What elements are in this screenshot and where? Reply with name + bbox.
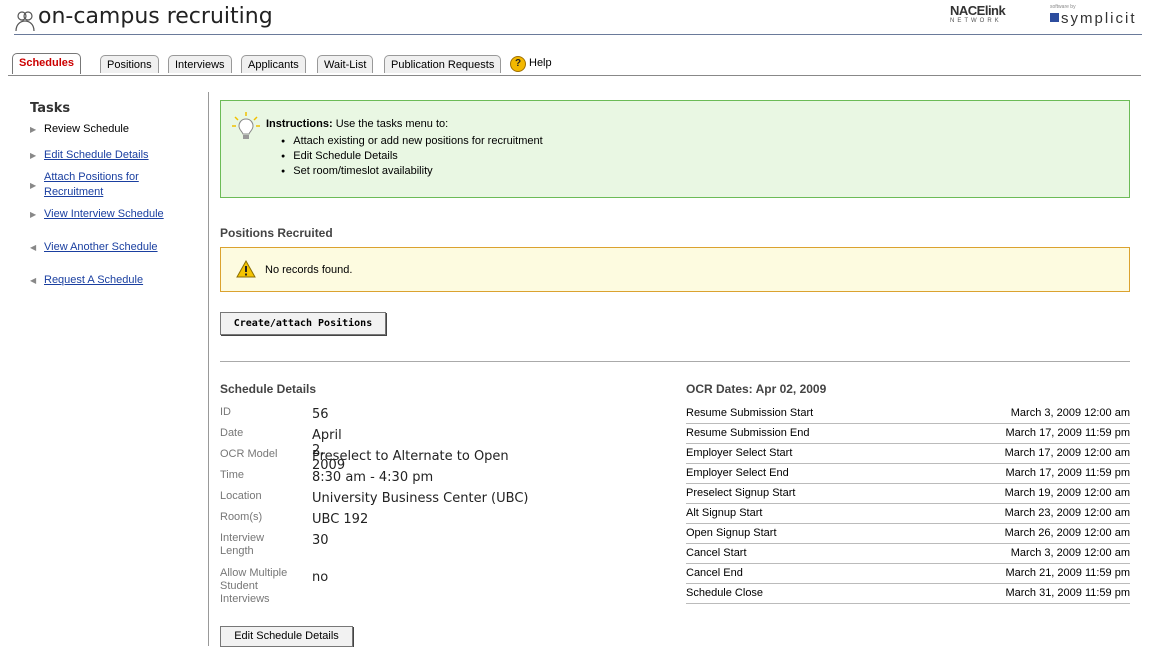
edit-schedule-details-button[interactable]: Edit Schedule Details	[220, 626, 353, 647]
tab-schedules[interactable]: Schedules	[12, 53, 82, 74]
nacelink-logo: NACElink NETWORK	[950, 3, 1006, 24]
task-edit-schedule-details[interactable]: ▶ Edit Schedule Details	[30, 148, 200, 163]
tab-applicants[interactable]: Applicants	[241, 55, 306, 73]
table-row: Schedule Close March 31, 2009 11:59 pm	[686, 584, 1130, 604]
table-row: Alt Signup Start March 23, 2009 12:00 am	[686, 504, 1130, 524]
tab-bar: Schedules Positions Interviews Applicant…	[8, 53, 1141, 75]
users-icon	[15, 11, 35, 32]
help-icon: ?	[510, 56, 526, 72]
table-row: Preselect Signup Start March 19, 2009 12:…	[686, 484, 1130, 504]
task-request-a-schedule[interactable]: ◀ Request A Schedule	[30, 273, 200, 288]
table-row: Employer Select Start March 17, 2009 12:0…	[686, 444, 1130, 464]
create-attach-positions-button[interactable]: Create/attach Positions	[220, 312, 386, 335]
warning-icon	[236, 260, 256, 278]
table-row: Resume Submission Start March 3, 2009 12:…	[686, 404, 1130, 424]
arrow-right-icon: ▶	[30, 210, 37, 219]
app-header: on-campus recruiting NACElink NETWORK so…	[0, 0, 1149, 38]
tab-wait-list[interactable]: Wait-List	[317, 55, 374, 73]
task-view-interview-schedule[interactable]: ▶ View Interview Schedule	[30, 207, 200, 222]
tasks-heading: Tasks	[30, 101, 71, 116]
no-records-box: No records found.	[220, 247, 1130, 292]
ocr-dates-heading: OCR Dates: Apr 02, 2009	[686, 382, 827, 396]
list-item: Attach existing or add new positions for…	[281, 134, 542, 149]
arrow-right-icon: ▶	[30, 181, 37, 190]
list-item: Edit Schedule Details	[281, 149, 543, 164]
instructions-box: Instructions: Use the tasks menu to: Att…	[220, 100, 1130, 198]
task-review-schedule: ▶ Review Schedule	[30, 123, 129, 135]
symplicity-logo: software by symplicit	[1050, 4, 1137, 27]
task-view-another-schedule[interactable]: ◀ View Another Schedule	[30, 240, 200, 255]
arrow-left-icon: ◀	[30, 276, 37, 285]
tasks-sidebar: Tasks ▶ Review Schedule ▶ Edit Schedule …	[30, 101, 200, 288]
table-row: Cancel End March 21, 2009 11:59 pm	[686, 564, 1130, 584]
table-row: Employer Select End March 17, 2009 11:59 …	[686, 464, 1130, 484]
tab-publication-requests[interactable]: Publication Requests	[384, 55, 502, 73]
app-title: on-campus recruiting	[38, 4, 273, 29]
task-attach-positions[interactable]: ▶ Attach Positions for Recruitment	[30, 170, 164, 200]
no-records-text: No records found.	[265, 264, 353, 276]
table-row: Cancel Start March 3, 2009 12:00 am	[686, 544, 1130, 564]
arrow-right-icon: ▶	[30, 125, 37, 134]
tab-bar-border	[8, 75, 1141, 76]
arrow-left-icon: ◀	[30, 243, 37, 252]
tab-positions[interactable]: Positions	[100, 55, 159, 73]
instructions-list: Attach existing or add new positions for…	[281, 134, 543, 179]
ocr-dates-table: Resume Submission Start March 3, 2009 12:…	[686, 404, 1130, 604]
lightbulb-icon	[232, 112, 260, 139]
schedule-details-heading: Schedule Details	[220, 382, 317, 396]
arrow-right-icon: ▶	[30, 151, 37, 160]
help-link[interactable]: ? Help	[510, 56, 552, 72]
positions-recruited-heading: Positions Recruited	[220, 226, 333, 240]
tab-interviews[interactable]: Interviews	[168, 55, 232, 73]
table-row: Resume Submission End March 17, 2009 11:5…	[686, 424, 1130, 444]
list-item: Set room/timeslot availability	[281, 164, 543, 179]
instructions-heading: Instructions: Use the tasks menu to:	[266, 118, 449, 130]
table-row: Open Signup Start March 26, 2009 12:00 am	[686, 524, 1130, 544]
title-divider	[14, 34, 1142, 35]
section-divider	[220, 361, 1130, 362]
sidebar-divider	[208, 92, 209, 646]
